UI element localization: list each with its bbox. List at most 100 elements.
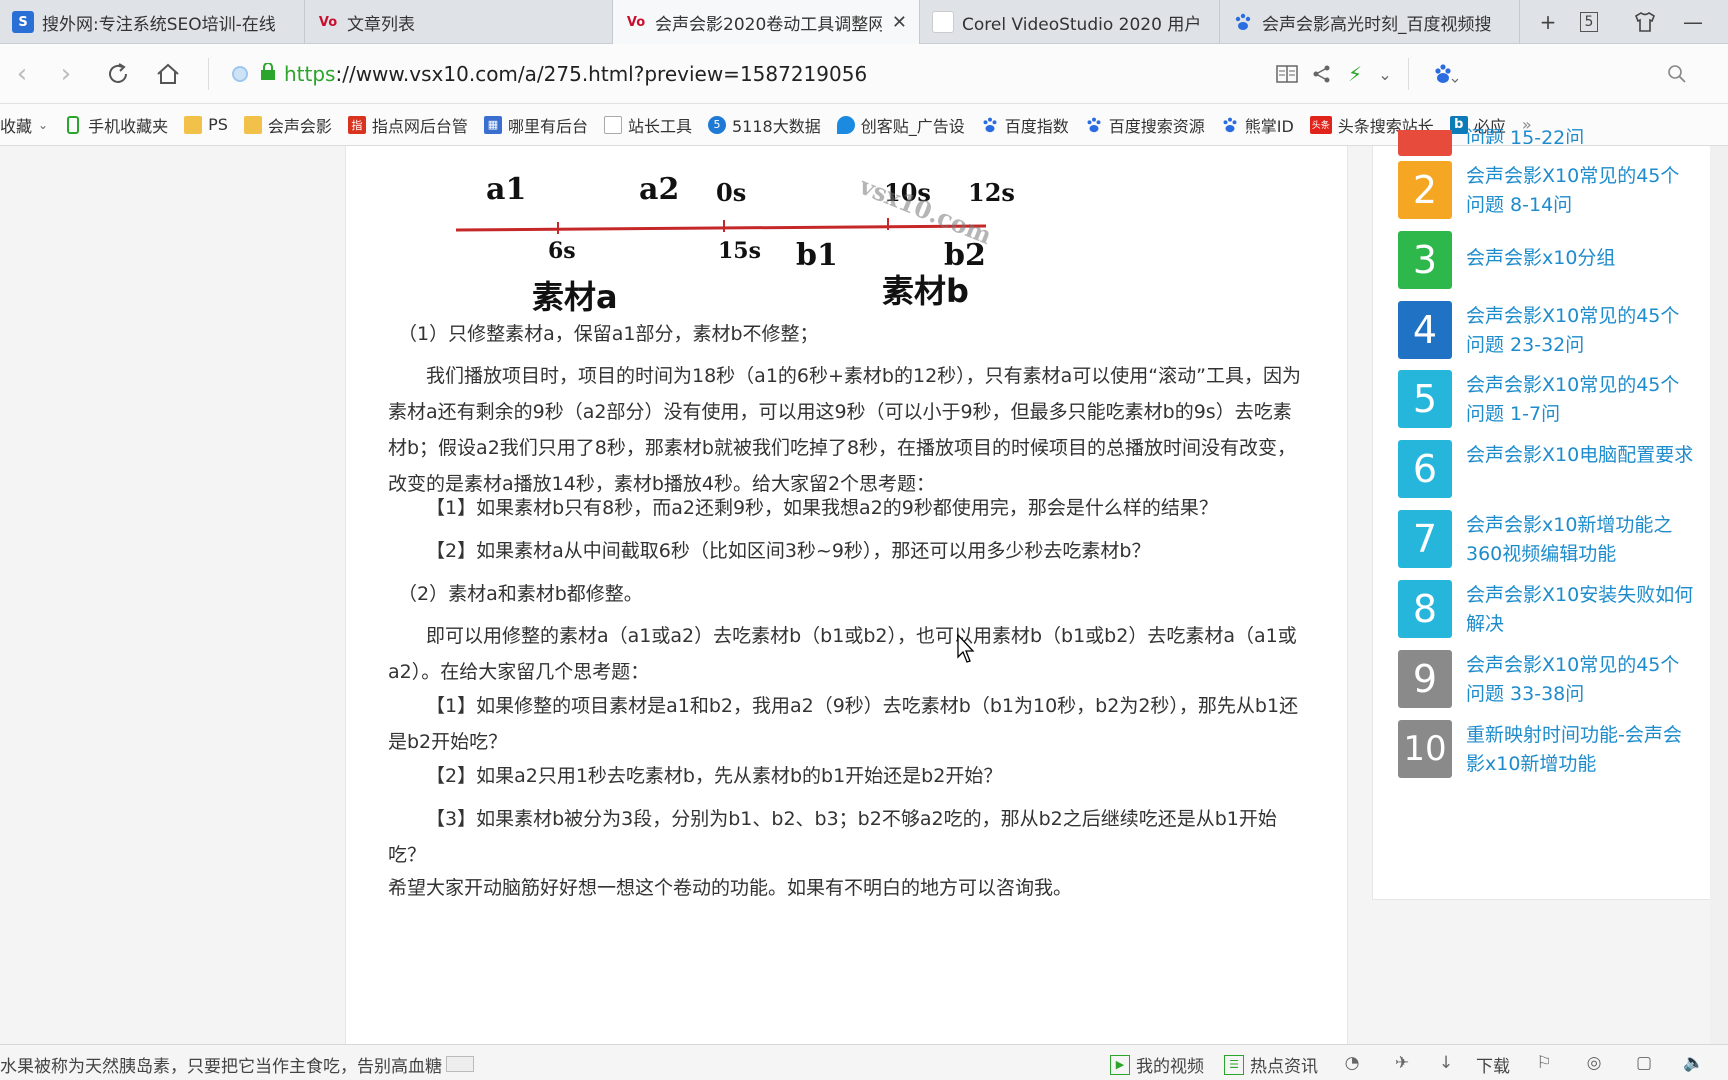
chevron-down-icon: ⌄	[38, 117, 49, 132]
forward-icon[interactable]: ›	[48, 56, 84, 92]
speed-icon[interactable]: ◔	[1340, 1051, 1364, 1075]
shirt-skin-icon[interactable]	[1628, 0, 1662, 44]
bookmark-favorites[interactable]: 收藏 ⌄	[0, 113, 48, 137]
news-ticker[interactable]: 水果被称为天然胰岛素，只要把它当作主食吃，告别高血糖	[0, 1052, 442, 1077]
ticker-toggle-icon[interactable]	[446, 1056, 474, 1072]
baidu-paw-icon	[1232, 11, 1254, 33]
bookmark-chuangketie[interactable]: 创客贴_广告设	[836, 113, 965, 137]
window-icon[interactable]: ▢	[1632, 1051, 1656, 1075]
my-video-button[interactable]: ▶ 我的视频	[1110, 1052, 1204, 1077]
rank-1-badge	[1398, 130, 1452, 156]
download-arrow-icon[interactable]: ↓	[1434, 1051, 1458, 1075]
toutiao-logo-icon: 头条	[1309, 115, 1332, 134]
rank-title-link[interactable]: 会声会影X10常见的45个问题 1-7问	[1466, 370, 1696, 429]
bookmark-mobile[interactable]: 手机收藏夹	[64, 113, 168, 137]
rank-item[interactable]: 3 会声会影x10分组	[1398, 231, 1696, 289]
tab-label: Corel VideoStudio 2020 用户	[962, 14, 1202, 35]
label-15s: 15s	[718, 238, 762, 264]
rank-1-title-partial[interactable]: 问题 15-22问	[1466, 124, 1584, 144]
bookmark-label: 创客贴_广告设	[860, 116, 965, 136]
drop-logo-icon	[836, 115, 855, 134]
pin-icon[interactable]: ✈	[1390, 1051, 1414, 1075]
flag-icon[interactable]: ⚐	[1532, 1051, 1556, 1075]
bookmark-label: 熊掌ID	[1244, 116, 1294, 136]
browser-icon[interactable]: ◎	[1582, 1051, 1606, 1075]
rank-title-link[interactable]: 会声会影X10常见的45个问题 23-32问	[1466, 301, 1696, 360]
rank-item[interactable]: 10 重新映射时间功能-会声会影x10新增功能	[1398, 720, 1696, 779]
blank-page-icon	[932, 11, 954, 33]
bookmark-label: 会声会影	[267, 116, 332, 136]
rank-title-link[interactable]: 会声会影x10新增功能之360视频编辑功能	[1466, 510, 1696, 569]
home-icon[interactable]	[150, 56, 186, 92]
back-icon[interactable]: ‹	[4, 56, 40, 92]
tab-count: 5	[1579, 12, 1599, 32]
rank-title-link[interactable]: 会声会影X10常见的45个问题 33-38问	[1466, 650, 1696, 709]
rank-item[interactable]: 5 会声会影X10常见的45个问题 1-7问	[1398, 370, 1696, 429]
rank-item[interactable]: 7 会声会影x10新增功能之360视频编辑功能	[1398, 510, 1696, 569]
chevron-down-icon[interactable]: ⌄	[1368, 56, 1402, 92]
tab-article-list[interactable]: Vo 文章列表	[305, 0, 613, 44]
paragraph: 【2】如果素材a从中间截取6秒（比如区间3秒~9秒），那还可以用多少秒去吃素材b…	[426, 540, 1151, 562]
paragraph: 【3】如果素材b被分为3段，分别为b1、b2、b3；b2不够a2吃的，那从b2之…	[388, 808, 1277, 866]
baidu-search-engine-icon[interactable]	[1420, 56, 1470, 92]
new-tab-icon[interactable]: +	[1530, 0, 1566, 44]
bookmark-nali[interactable]: ▦ 哪里有后台	[483, 113, 588, 137]
volume-icon[interactable]: 🔈	[1682, 1051, 1706, 1075]
divider	[208, 58, 209, 90]
tab-corel[interactable]: Corel VideoStudio 2020 用户	[920, 0, 1220, 44]
timeline-figure: a1 a2 0s 10s 12s 6s 15s b1 b2 素材a 素材b vs…	[456, 146, 1076, 321]
folder-icon	[243, 115, 262, 134]
divider	[1408, 58, 1409, 90]
site-info-icon[interactable]	[232, 66, 248, 82]
lightning-icon[interactable]: ⚡	[1338, 56, 1372, 92]
paragraph: 【2】如果a2只用1秒去吃素材b，先从素材b的b1开始还是b2开始？	[426, 765, 1003, 787]
label-12s: 12s	[968, 178, 1015, 207]
bookmark-label: 站长工具	[627, 116, 692, 136]
refresh-icon[interactable]	[100, 56, 136, 92]
bookmark-5118[interactable]: 5 5118大数据	[707, 113, 821, 137]
search-icon[interactable]	[1660, 56, 1694, 92]
tab-label: 会声会影高光时刻_百度视频搜	[1262, 14, 1492, 35]
5118-logo-icon: 5	[707, 115, 726, 134]
rank-item[interactable]: 8 会声会影X10安装失败如何解决	[1398, 580, 1696, 639]
bookmark-zhanzhang[interactable]: 站长工具	[603, 113, 692, 137]
hot-news-button[interactable]: ☰ 热点资讯	[1224, 1052, 1318, 1077]
rank-item[interactable]: 9 会声会影X10常见的45个问题 33-38问	[1398, 650, 1696, 709]
label-0s: 0s	[716, 178, 747, 207]
close-tab-icon[interactable]: ✕	[892, 12, 907, 33]
share-icon[interactable]	[1305, 56, 1339, 92]
bookmark-zhidian[interactable]: 指 指点网后台管	[347, 113, 468, 137]
bookmark-label: PS	[208, 115, 228, 134]
tab-label: 会声会影2020卷动工具调整网	[655, 14, 882, 35]
address-field[interactable]: https://www.vsx10.com/a/275.html?preview…	[232, 54, 867, 94]
tab-count-button[interactable]: 5	[1572, 0, 1606, 44]
status-bar: 水果被称为天然胰岛素，只要把它当作主食吃，告别高血糖 ▶ 我的视频 ☰ 热点资讯…	[0, 1044, 1728, 1080]
rank-item[interactable]: 4 会声会影X10常见的45个问题 23-32问	[1398, 301, 1696, 360]
label-b1: b1	[796, 238, 838, 273]
rank-item[interactable]: 6 会声会影X10电脑配置要求	[1398, 440, 1696, 498]
scrollbar[interactable]	[1710, 146, 1728, 1044]
tab-baidu-video[interactable]: 会声会影高光时刻_百度视频搜	[1220, 0, 1520, 44]
bookmark-xiongzhang[interactable]: 熊掌ID	[1221, 113, 1294, 137]
tab-sowai[interactable]: S 搜外网:专注系统SEO培训-在线	[0, 0, 305, 44]
rank-number: 3	[1398, 231, 1452, 289]
tab-current[interactable]: Vo 会声会影2020卷动工具调整网 ✕	[613, 0, 920, 44]
rank-title-link[interactable]: 会声会影X10安装失败如何解决	[1466, 580, 1696, 639]
reader-mode-icon[interactable]	[1270, 56, 1304, 92]
rank-title-link[interactable]: 会声会影X10常见的45个问题 8-14问	[1466, 161, 1696, 220]
bookmark-huisheng[interactable]: 会声会影	[243, 113, 332, 137]
s-logo-icon: S	[12, 11, 34, 33]
rank-item[interactable]: 2 会声会影X10常见的45个问题 8-14问	[1398, 161, 1696, 220]
bookmark-baidu-index[interactable]: 百度指数	[981, 113, 1069, 137]
paragraph: （2）素材a和素材b都修整。	[398, 583, 643, 605]
rank-title-link[interactable]: 会声会影X10电脑配置要求	[1466, 440, 1696, 470]
bookmark-baidu-resource[interactable]: 百度搜索资源	[1085, 113, 1205, 137]
bookmark-label: 百度指数	[1004, 116, 1069, 136]
rank-title-link[interactable]: 重新映射时间功能-会声会影x10新增功能	[1466, 720, 1696, 779]
paragraph: 【1】如果修整的项目素材是a1和b2，我用a2（9秒）去吃素材b（b1为10秒，…	[388, 695, 1299, 753]
tab-label: 搜外网:专注系统SEO培训-在线	[42, 14, 276, 35]
bookmark-ps[interactable]: PS	[184, 115, 228, 134]
download-button[interactable]: 下载	[1476, 1052, 1510, 1077]
rank-title-link[interactable]: 会声会影x10分组	[1466, 231, 1696, 273]
minimize-icon[interactable]: —	[1676, 0, 1710, 44]
